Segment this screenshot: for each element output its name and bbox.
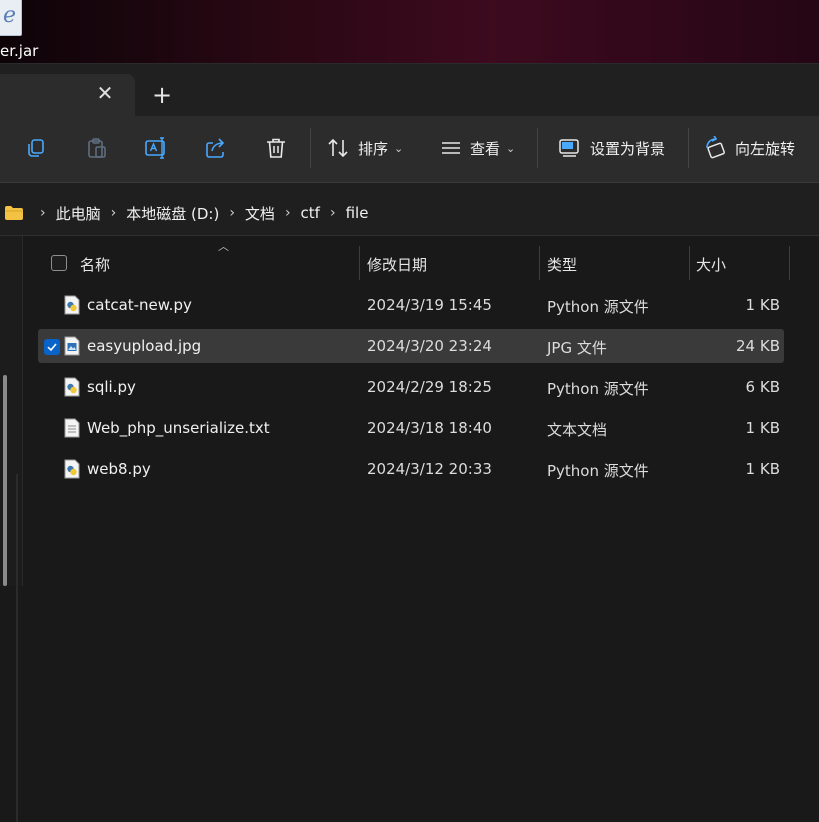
sort-ascending-icon: ︿	[218, 240, 229, 253]
breadcrumb-separator: ›	[40, 205, 46, 221]
python-file-icon	[64, 377, 80, 397]
file-size: 24 KB	[736, 337, 780, 355]
select-all-checkbox[interactable]	[51, 255, 67, 271]
file-name[interactable]: sqli.py	[87, 378, 136, 396]
breadcrumb-item-local-disk[interactable]: 本地磁盘 (D:)	[126, 203, 219, 224]
column-divider[interactable]	[539, 246, 540, 280]
rotate-left-icon	[706, 136, 725, 159]
column-header-type[interactable]: 类型	[547, 254, 577, 275]
toolbar-separator	[310, 128, 311, 168]
close-tab-icon[interactable]: ✕	[94, 82, 116, 104]
tab-bar: ✕ +	[0, 63, 819, 117]
file-modified: 2024/3/12 20:33	[367, 460, 492, 478]
view-button[interactable]: 查看 ⌄	[440, 132, 515, 164]
chevron-down-icon: ⌄	[394, 141, 404, 155]
pane-divider[interactable]	[16, 474, 18, 822]
file-row[interactable]: web8.py 2024/3/12 20:33 Python 源文件 1 KB	[38, 452, 784, 486]
breadcrumb-separator: ›	[229, 205, 235, 221]
sort-button[interactable]: 排序 ⌄	[326, 132, 403, 164]
breadcrumb-item-documents[interactable]: 文档	[245, 203, 275, 224]
breadcrumb: › 此电脑 › 本地磁盘 (D:) › 文档 › ctf › file	[30, 201, 368, 225]
file-type: Python 源文件	[547, 462, 649, 480]
view-label: 查看	[470, 139, 501, 158]
file-name[interactable]: easyupload.jpg	[87, 337, 201, 355]
file-size: 1 KB	[745, 460, 780, 478]
chevron-down-icon: ⌄	[506, 141, 516, 155]
view-list-icon	[442, 142, 460, 154]
file-size: 1 KB	[745, 296, 780, 314]
breadcrumb-separator: ›	[110, 205, 117, 221]
column-headers: ︿ 名称 修改日期 类型 大小	[22, 236, 819, 286]
breadcrumb-item-file[interactable]: file	[346, 204, 369, 222]
python-file-icon	[64, 295, 80, 315]
set-background-label: 设置为背景	[590, 139, 666, 158]
file-modified: 2024/3/19 15:45	[367, 296, 492, 314]
file-modified: 2024/3/20 23:24	[367, 337, 492, 355]
breadcrumb-item-ctf[interactable]: ctf	[301, 204, 320, 222]
jar-file-icon[interactable]: e	[0, 0, 22, 36]
desktop-file-label[interactable]: er.jar	[0, 42, 38, 60]
file-name[interactable]: web8.py	[87, 460, 151, 478]
file-modified: 2024/3/18 18:40	[367, 419, 492, 437]
file-type: JPG 文件	[547, 339, 607, 357]
file-row-selected[interactable]: easyupload.jpg 2024/3/20 23:24 JPG 文件 24…	[38, 329, 784, 363]
file-row[interactable]: catcat-new.py 2024/3/19 15:45 Python 源文件…	[38, 288, 784, 322]
folder-icon	[4, 205, 24, 225]
breadcrumb-separator: ›	[284, 205, 291, 221]
breadcrumb-separator: ›	[329, 205, 336, 221]
column-header-modified[interactable]: 修改日期	[367, 254, 427, 275]
file-name[interactable]: Web_php_unserialize.txt	[87, 419, 270, 437]
rotate-left-label: 向左旋转	[735, 139, 796, 158]
file-type: 文本文档	[547, 421, 608, 439]
tab-current[interactable]: ✕	[0, 74, 135, 117]
sort-icon	[328, 138, 348, 158]
toolbar-separator	[688, 128, 689, 168]
column-header-size[interactable]: 大小	[696, 254, 726, 275]
file-name[interactable]: catcat-new.py	[87, 296, 192, 314]
row-checkbox-checked[interactable]	[44, 339, 60, 355]
file-row[interactable]: Web_php_unserialize.txt 2024/3/18 18:40 …	[38, 411, 784, 445]
sort-label: 排序	[358, 139, 389, 158]
file-type: Python 源文件	[547, 298, 649, 316]
paste-icon[interactable]	[84, 135, 110, 161]
copy-icon[interactable]	[23, 135, 49, 161]
desktop-background: e er.jar	[0, 0, 819, 63]
column-divider[interactable]	[359, 246, 360, 280]
column-divider[interactable]	[789, 246, 790, 280]
file-modified: 2024/2/29 18:25	[367, 378, 492, 396]
toolbar-separator	[537, 128, 538, 168]
command-toolbar: 排序 ⌄ 查看 ⌄ 设置为背景 向左旋转	[0, 116, 819, 183]
column-divider[interactable]	[689, 246, 690, 280]
column-header-name[interactable]: 名称	[80, 254, 110, 275]
image-file-icon	[64, 336, 80, 356]
rename-icon[interactable]	[143, 135, 169, 161]
python-file-icon	[64, 459, 80, 479]
file-size: 6 KB	[745, 378, 780, 396]
new-tab-icon[interactable]: +	[150, 83, 174, 108]
share-icon[interactable]	[203, 135, 229, 161]
navigation-scrollbar[interactable]	[3, 375, 7, 586]
breadcrumb-item-this-pc[interactable]: 此电脑	[56, 203, 101, 224]
rotate-left-button[interactable]: 向左旋转	[703, 132, 795, 164]
set-background-button[interactable]: 设置为背景	[558, 132, 665, 164]
delete-icon[interactable]	[263, 135, 289, 161]
wallpaper-icon	[559, 139, 579, 157]
file-type: Python 源文件	[547, 380, 649, 398]
file-row[interactable]: sqli.py 2024/2/29 18:25 Python 源文件 6 KB	[38, 370, 784, 404]
text-file-icon	[64, 418, 80, 438]
file-size: 1 KB	[745, 419, 780, 437]
